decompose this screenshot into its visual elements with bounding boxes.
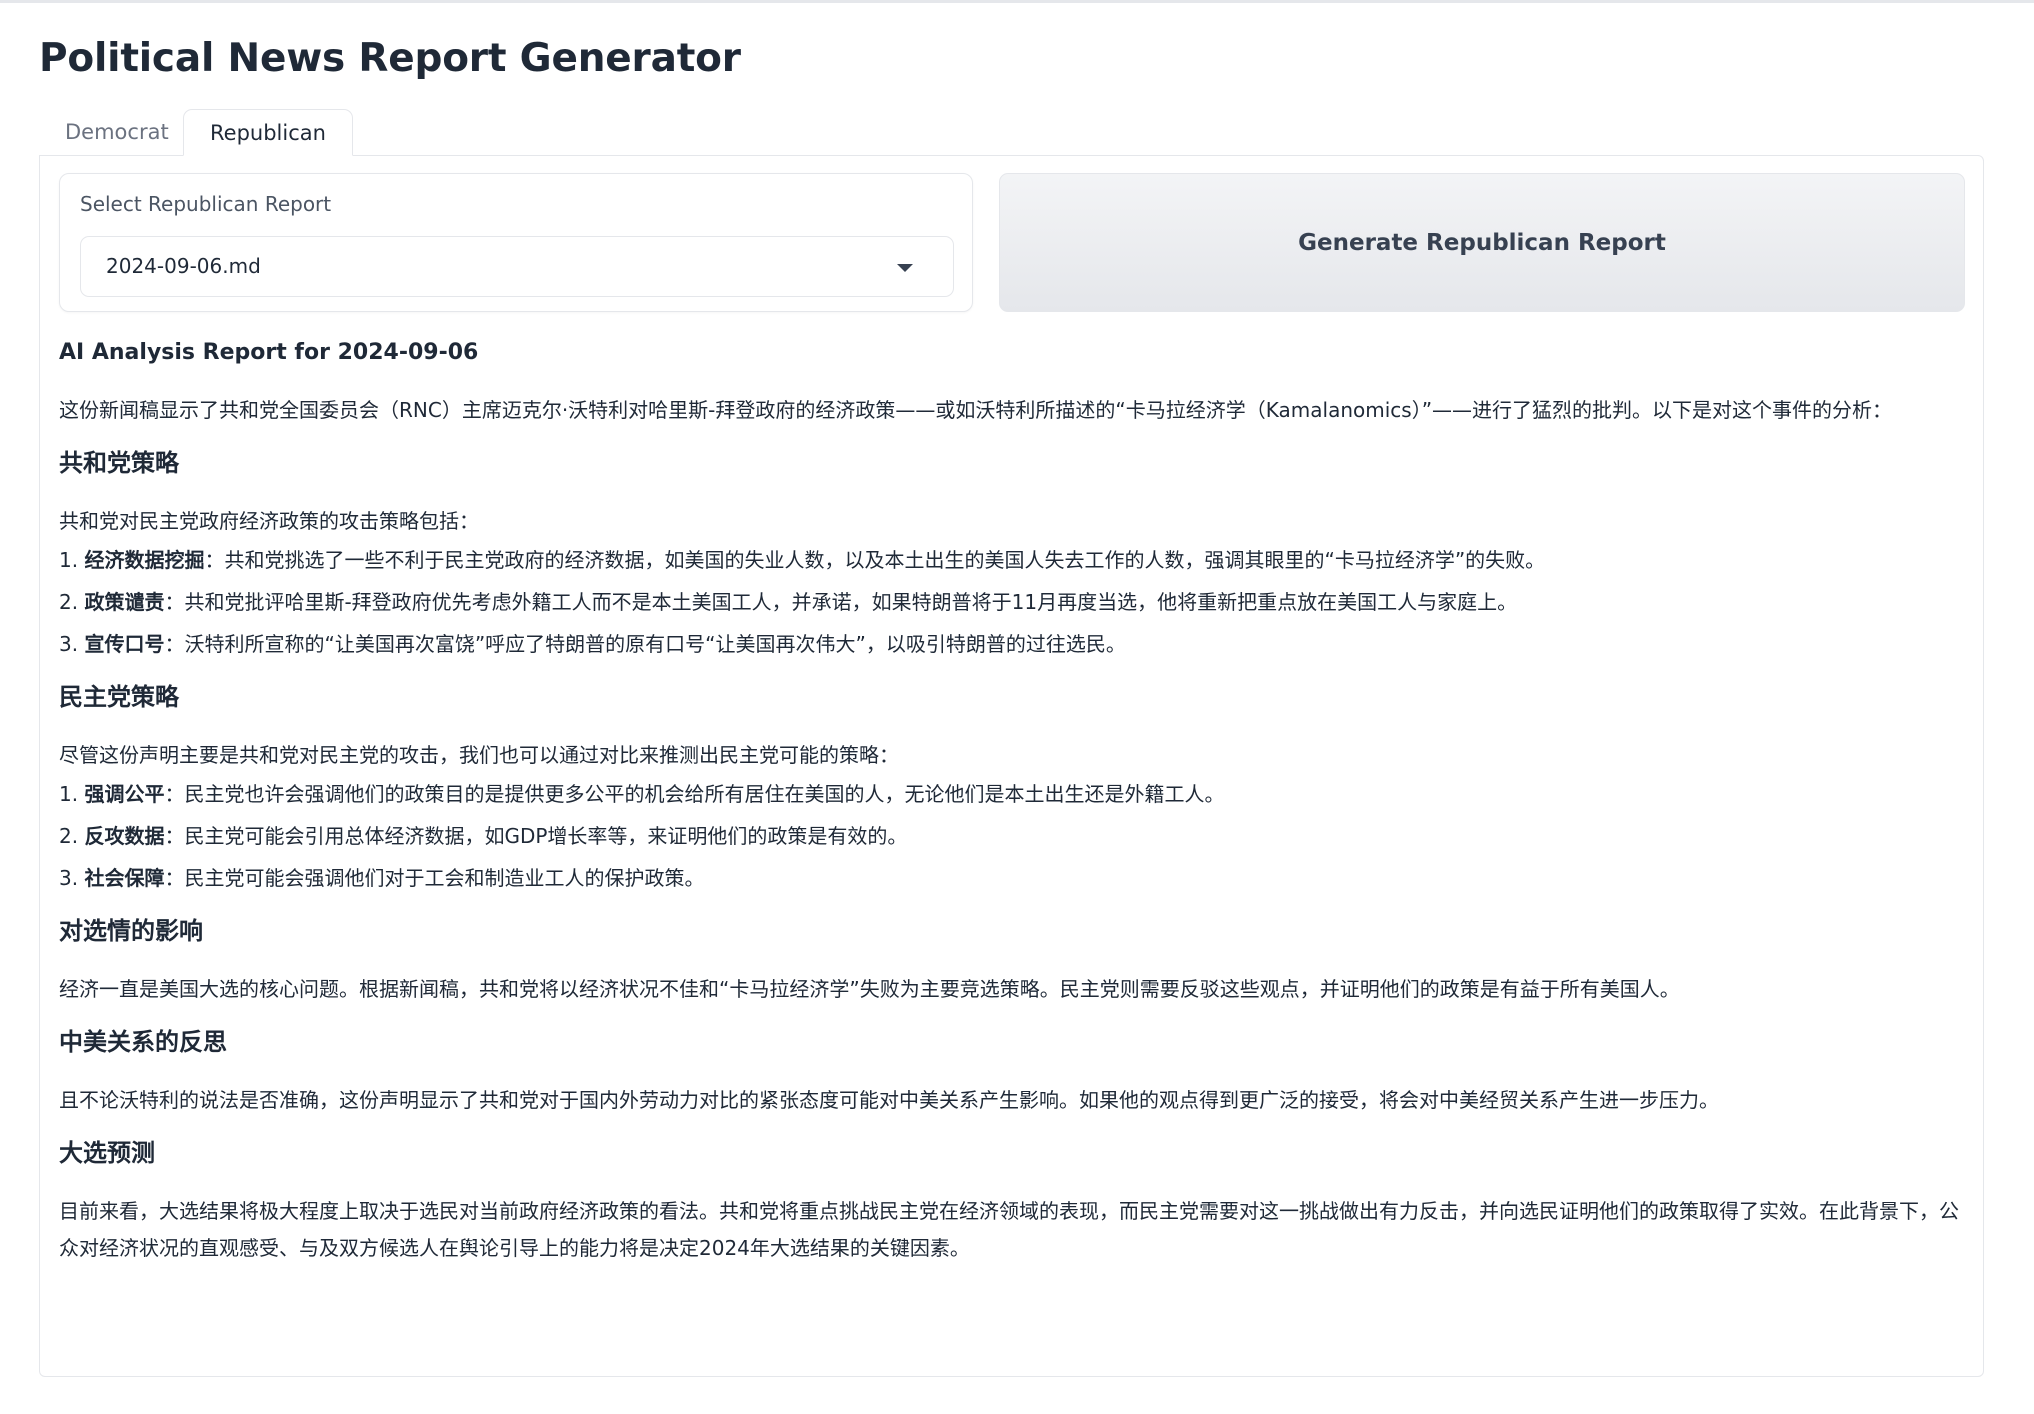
- generate-report-button[interactable]: Generate Republican Report: [999, 173, 1965, 312]
- list-item: 2. 政策谴责：共和党批评哈里斯-拜登政府优先考虑外籍工人而不是本土美国工人，并…: [59, 590, 1518, 614]
- report-heading: AI Analysis Report for 2024-09-06: [59, 340, 479, 365]
- dem-strategy-lead: 尽管这份声明主要是共和党对民主党的攻击，我们也可以通过对比来推测出民主党可能的策…: [59, 743, 899, 767]
- section-title-rep-strategy: 共和党策略: [59, 449, 179, 477]
- list-item: 1. 强调公平：民主党也许会强调他们的政策目的是提供更多公平的机会给所有居住在美…: [59, 782, 1225, 806]
- dropdown-selected-value: 2024-09-06.md: [106, 254, 261, 278]
- section-title-us-china: 中美关系的反思: [59, 1028, 227, 1056]
- list-item: 3. 宣传口号：沃特利所宣称的“让美国再次富饶”呼应了特朗普的原有口号“让美国再…: [59, 632, 1126, 656]
- chevron-down-icon: [897, 264, 913, 272]
- impact-text: 经济一直是美国大选的核心问题。根据新闻稿，共和党将以经济状况不佳和“卡马拉经济学…: [59, 977, 1680, 1001]
- list-item: 1. 经济数据挖掘：共和党挑选了一些不利于民主党政府的经济数据，如美国的失业人数…: [59, 548, 1546, 572]
- forecast-text: 目前来看，大选结果将极大程度上取决于选民对当前政府经济政策的看法。共和党将重点挑…: [59, 1199, 1959, 1260]
- page-title: Political News Report Generator: [39, 36, 741, 81]
- tab-democrat[interactable]: Democrat: [39, 109, 195, 156]
- us-china-text: 且不论沃特利的说法是否准确，这份声明显示了共和党对于国内外劳动力对比的紧张态度可…: [59, 1088, 1719, 1112]
- section-title-forecast: 大选预测: [59, 1139, 155, 1167]
- top-border: [0, 0, 2034, 3]
- report-content: AI Analysis Report for 2024-09-06 这份新闻稿显…: [59, 330, 1959, 1267]
- list-item: 3. 社会保障：民主党可能会强调他们对于工会和制造业工人的保护政策。: [59, 866, 705, 890]
- rep-strategy-lead: 共和党对民主党政府经济政策的攻击策略包括：: [59, 509, 479, 533]
- list-item: 2. 反攻数据：民主党可能会引用总体经济数据，如GDP增长率等，来证明他们的政策…: [59, 824, 908, 848]
- tab-bar: Democrat Republican: [39, 109, 1984, 156]
- tab-panel-republican: Select Republican Report 2024-09-06.md G…: [39, 155, 1984, 1377]
- select-report-label: Select Republican Report: [80, 192, 332, 216]
- section-title-impact: 对选情的影响: [59, 917, 203, 945]
- tab-republican[interactable]: Republican: [183, 109, 353, 156]
- report-dropdown[interactable]: 2024-09-06.md: [80, 236, 954, 297]
- report-intro: 这份新闻稿显示了共和党全国委员会（RNC）主席迈克尔·沃特利对哈里斯-拜登政府的…: [59, 398, 1893, 422]
- section-title-dem-strategy: 民主党策略: [59, 683, 179, 711]
- report-selector-card: Select Republican Report 2024-09-06.md: [59, 173, 973, 312]
